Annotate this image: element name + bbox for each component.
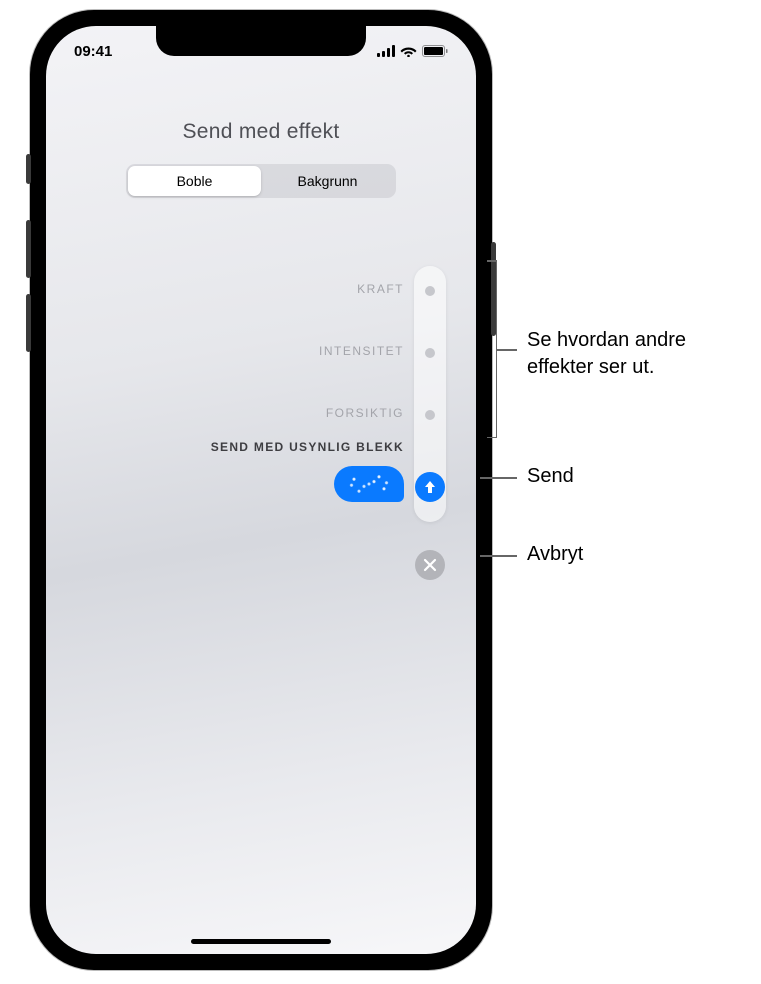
invisible-ink-effect (344, 472, 394, 496)
callout-cancel: Avbryt (527, 541, 583, 568)
volume-down-button (26, 294, 31, 352)
segment-boble-label: Boble (177, 173, 213, 189)
effect-label-forsiktig: FORSIKTIG (326, 406, 404, 420)
effect-dot-forsiktig[interactable] (425, 410, 435, 420)
status-time: 09:41 (74, 43, 112, 60)
callout-send: Send (527, 463, 574, 490)
cellular-icon (377, 45, 395, 57)
effect-label-selected: SEND MED USYNLIG BLEKK (211, 440, 404, 454)
screen: 09:41 Send m (46, 26, 476, 954)
battery-icon (422, 45, 448, 57)
page-title: Send med effekt (46, 120, 476, 144)
segment-bakgrunn[interactable]: Bakgrunn (261, 166, 394, 196)
send-button[interactable] (415, 472, 445, 502)
effect-dot-intensitet[interactable] (425, 348, 435, 358)
segment-bakgrunn-label: Bakgrunn (298, 173, 358, 189)
effect-dot-kraft[interactable] (425, 286, 435, 296)
segment-boble[interactable]: Boble (128, 166, 261, 196)
callout-line-send (480, 477, 517, 479)
close-icon (423, 558, 437, 572)
effect-track (414, 266, 446, 522)
volume-up-button (26, 220, 31, 278)
message-bubble (334, 466, 404, 502)
effect-label-intensitet: INTENSITET (319, 344, 404, 358)
wifi-icon (400, 45, 417, 57)
arrow-up-icon (422, 479, 438, 495)
status-indicators (377, 45, 448, 57)
home-indicator[interactable] (191, 939, 331, 944)
phone-frame: 09:41 Send m (30, 10, 492, 970)
notch (156, 26, 366, 56)
effect-label-kraft: KRAFT (357, 282, 404, 296)
callout-preview: Se hvordan andre effekter ser ut. (527, 327, 752, 381)
mute-switch (26, 154, 31, 184)
cancel-button[interactable] (415, 550, 445, 580)
callout-line-preview (497, 349, 517, 351)
callout-line-cancel (480, 555, 517, 557)
segmented-control[interactable]: Boble Bakgrunn (126, 164, 396, 198)
